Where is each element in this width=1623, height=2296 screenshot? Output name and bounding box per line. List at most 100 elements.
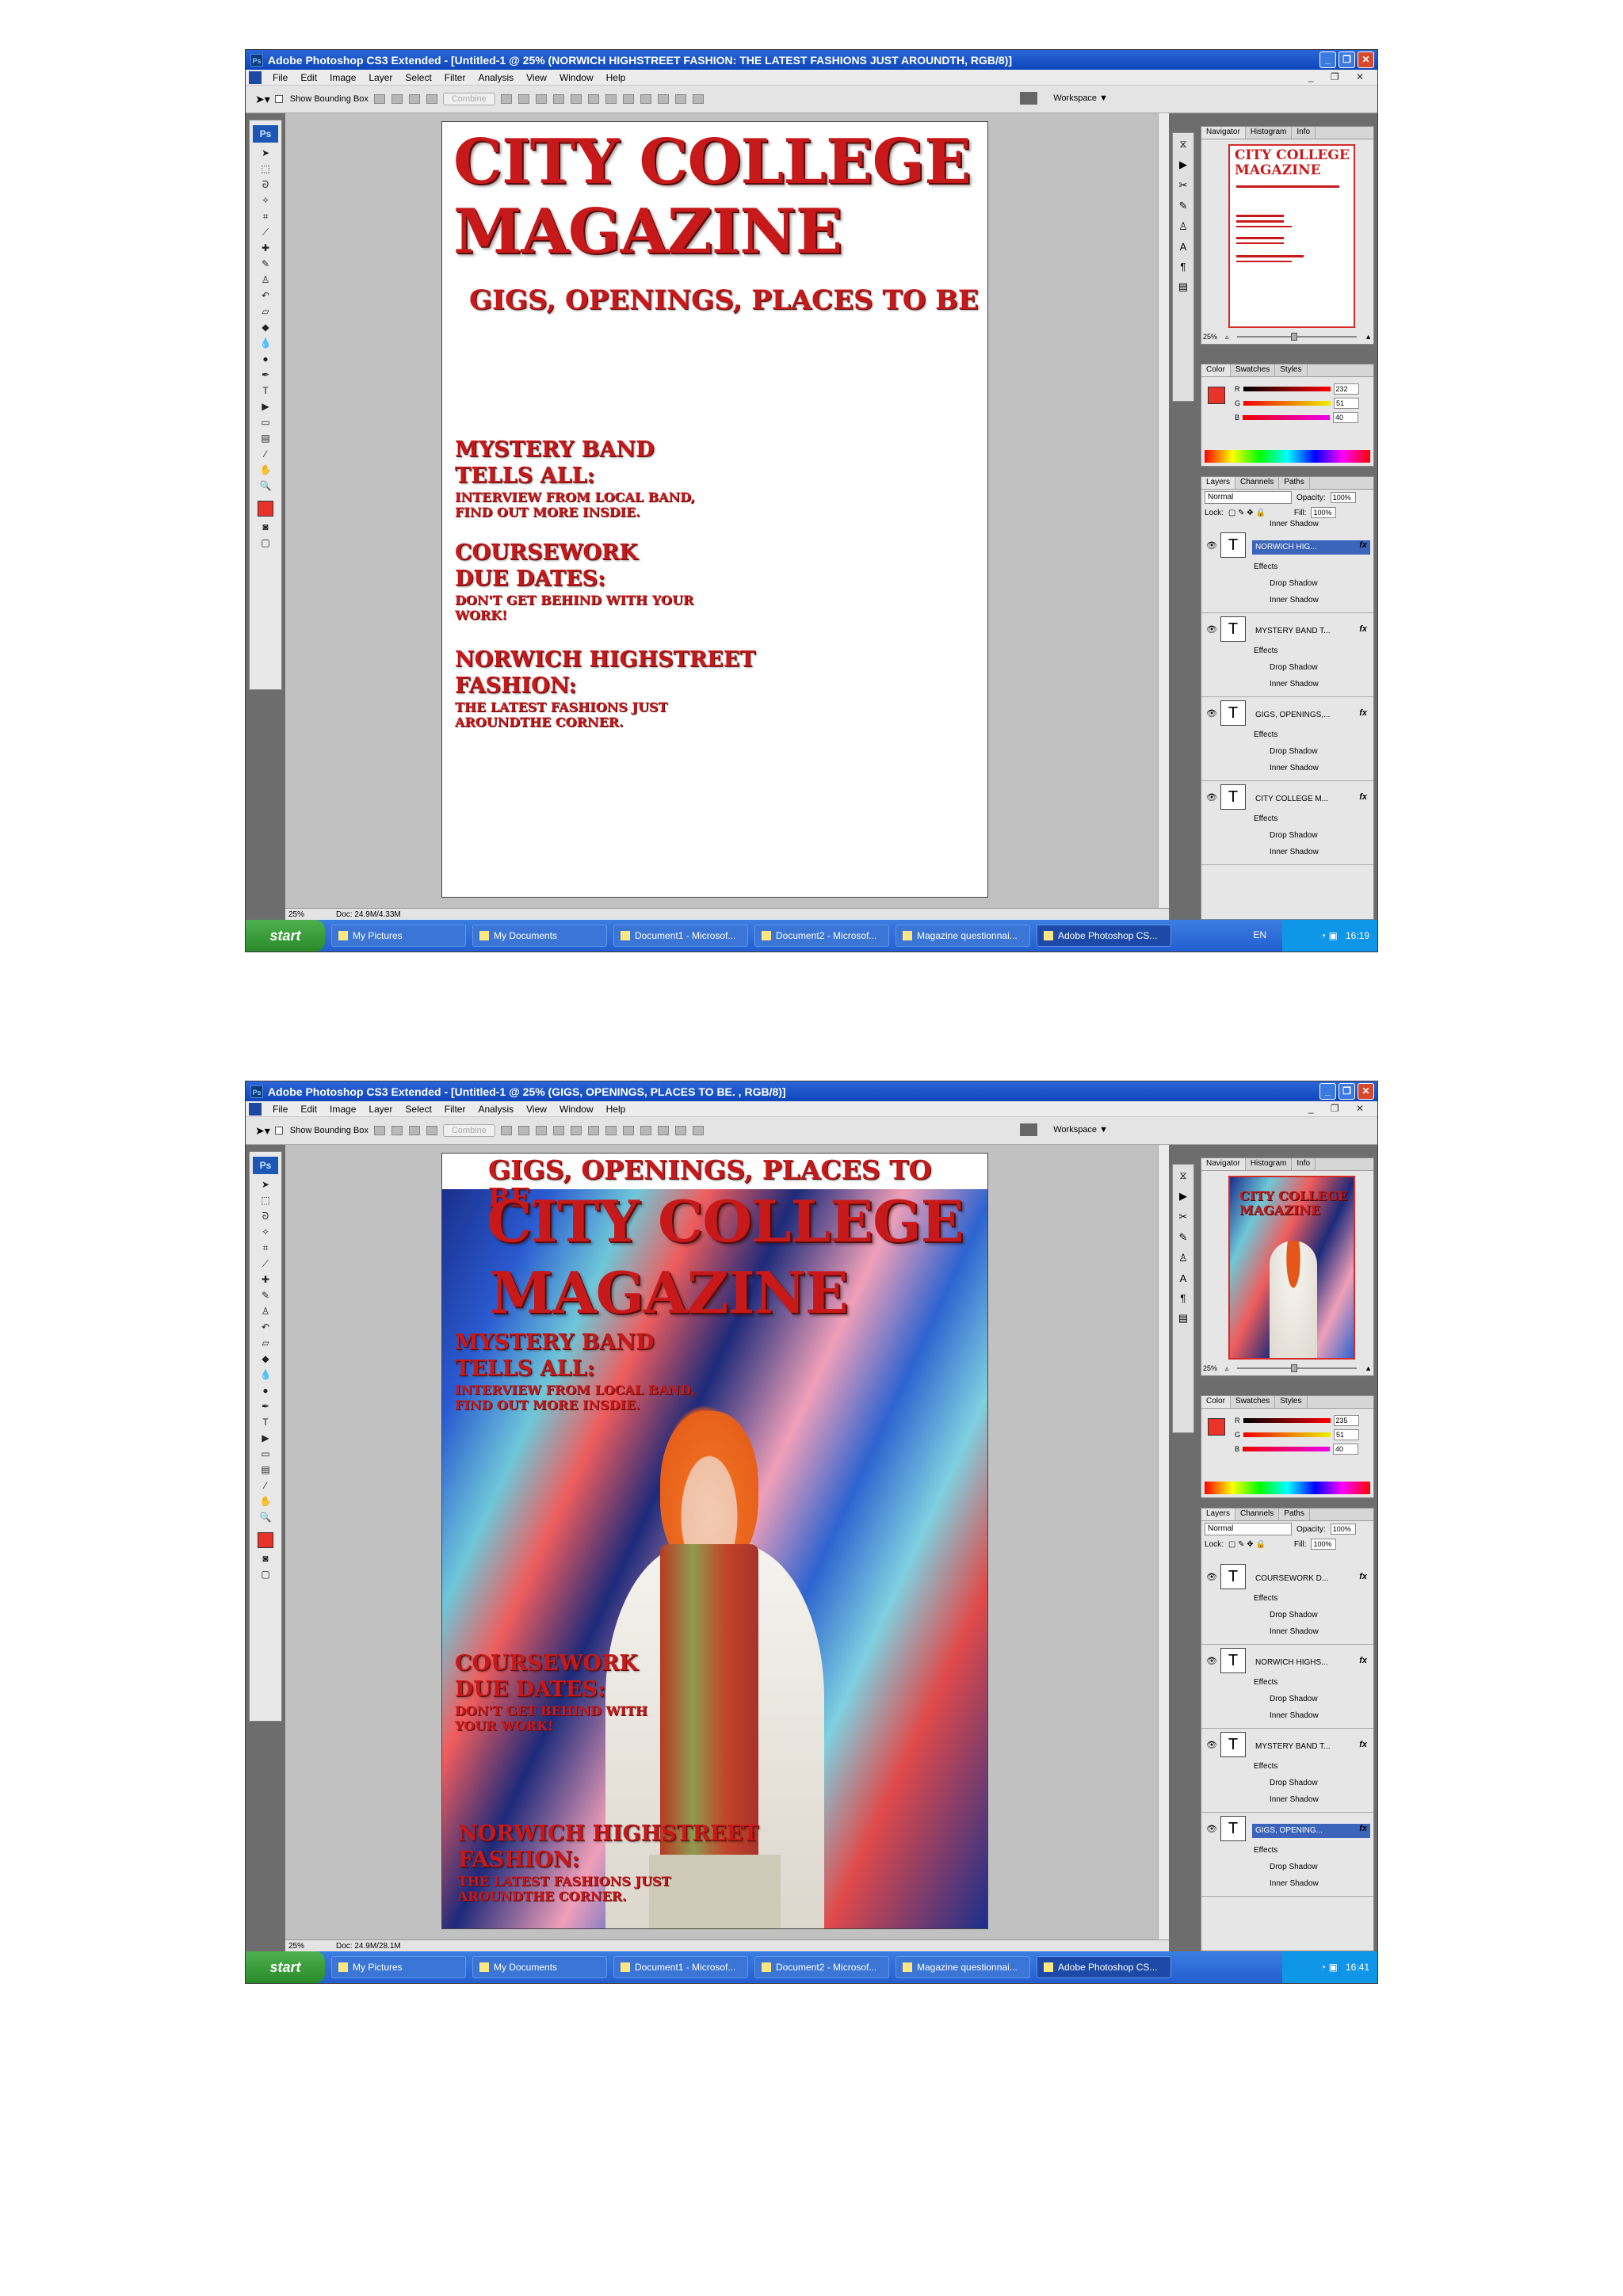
foreground-color-swatch[interactable]: [258, 501, 273, 517]
inner-shadow-effect[interactable]: Inner Shadow: [1270, 1795, 1319, 1804]
eyedropper-icon[interactable]: ⁄: [259, 1480, 272, 1491]
language-indicator[interactable]: EN: [1253, 929, 1266, 940]
tab-styles[interactable]: Styles: [1275, 1396, 1308, 1408]
tab-styles[interactable]: Styles: [1275, 364, 1308, 376]
drop-shadow-effect[interactable]: Drop Shadow: [1270, 1611, 1318, 1619]
history-brush-icon[interactable]: ↶: [259, 1322, 272, 1333]
paint-bucket-icon[interactable]: ◆: [259, 322, 272, 333]
navigator-zoom[interactable]: 25%: [1203, 333, 1217, 341]
lasso-tool-icon[interactable]: ᘐ: [259, 1211, 272, 1222]
magic-wand-icon[interactable]: ✧: [259, 1226, 272, 1238]
tab-layers[interactable]: Layers: [1201, 477, 1236, 489]
zoom-level[interactable]: 25%: [288, 910, 304, 919]
menu-file[interactable]: File: [266, 72, 294, 83]
layer-name[interactable]: GIGS, OPENINGS,...: [1252, 708, 1370, 723]
notes-tool-icon[interactable]: ▤: [259, 1464, 272, 1475]
brush-tool-icon[interactable]: ✎: [259, 258, 272, 269]
layer-row[interactable]: 👁 T MYSTERY BAND T... fx Effects Drop Shad…: [1201, 1729, 1373, 1813]
transform-icon[interactable]: [408, 94, 420, 104]
menu-filter[interactable]: Filter: [438, 1104, 472, 1115]
navigator-zoom-slider[interactable]: [1236, 1364, 1358, 1372]
fx-icon[interactable]: fx: [1359, 708, 1367, 718]
menu-window[interactable]: Window: [553, 72, 600, 83]
brushes-icon[interactable]: ✎: [1179, 1231, 1188, 1244]
inner-shadow-effect[interactable]: Inner Shadow: [1270, 764, 1319, 772]
align-icon[interactable]: [500, 1126, 512, 1135]
eraser-tool-icon[interactable]: ▱: [259, 1337, 272, 1348]
move-tool-icon[interactable]: ➤▾: [255, 1124, 270, 1138]
layer-comps-icon[interactable]: ▤: [1178, 280, 1188, 293]
start-button[interactable]: start: [246, 920, 325, 952]
align-icon[interactable]: [517, 1126, 529, 1135]
color-fg-swatch[interactable]: [1208, 1418, 1225, 1436]
clone-stamp-icon[interactable]: ♙: [259, 274, 272, 285]
fill-value[interactable]: 100%: [1311, 507, 1337, 518]
inner-shadow-effect[interactable]: Inner Shadow: [1270, 1711, 1319, 1720]
bridge-icon[interactable]: [1020, 1123, 1038, 1136]
transform-icon[interactable]: [426, 1126, 437, 1135]
show-bounding-box-checkbox[interactable]: [274, 95, 283, 103]
tab-navigator[interactable]: Navigator: [1201, 127, 1246, 139]
transform-icon[interactable]: [426, 94, 437, 104]
taskbar-item[interactable]: Magazine questionnai...: [896, 925, 1030, 947]
clone-source-icon[interactable]: ♙: [1178, 1252, 1188, 1264]
foreground-color-swatch[interactable]: [258, 1532, 273, 1548]
fx-icon[interactable]: fx: [1359, 624, 1367, 634]
paragraph-icon[interactable]: ¶: [1181, 261, 1186, 273]
lasso-tool-icon[interactable]: ᘐ: [259, 179, 272, 190]
navigator-preview[interactable]: CITY COLLEGE MAGAZINE: [1228, 1176, 1355, 1360]
layer-row[interactable]: 👁 T GIGS, OPENING... fx Effects Drop Shado…: [1201, 1813, 1373, 1897]
dodge-tool-icon[interactable]: ●: [259, 1385, 272, 1396]
zoom-tool-icon[interactable]: 🔍: [259, 480, 272, 491]
marquee-tool-icon[interactable]: ⬚: [259, 1195, 272, 1206]
actions-icon[interactable]: ▶: [1179, 1190, 1187, 1203]
taskbar-item[interactable]: Document1 - Microsof...: [613, 1956, 748, 1978]
color-fg-swatch[interactable]: [1208, 387, 1225, 404]
layer-row[interactable]: 👁 T COURSEWORK D... fx Effects Drop Shadow…: [1201, 1561, 1373, 1645]
brushes-icon[interactable]: ✎: [1179, 200, 1188, 212]
path-selection-icon[interactable]: ▶: [259, 1432, 272, 1444]
zoom-out-icon[interactable]: ▵: [1225, 1364, 1229, 1373]
tab-channels[interactable]: Channels: [1235, 1508, 1280, 1520]
menu-view[interactable]: View: [520, 1104, 553, 1115]
tab-info[interactable]: Info: [1292, 1158, 1316, 1170]
menu-edit[interactable]: Edit: [294, 72, 323, 83]
zoom-in-icon[interactable]: ▲: [1365, 333, 1372, 341]
distribute-icon[interactable]: [674, 94, 686, 104]
tool-presets-icon[interactable]: ✂: [1179, 179, 1188, 192]
zoom-tool-icon[interactable]: 🔍: [259, 1512, 272, 1523]
shape-tool-icon[interactable]: ▭: [259, 1448, 272, 1459]
history-icon[interactable]: ⧖: [1179, 138, 1186, 151]
taskbar-item[interactable]: My Pictures: [331, 925, 466, 947]
tab-channels[interactable]: Channels: [1235, 477, 1280, 489]
lock-icons[interactable]: ▢ ✎ ✥ 🔒: [1228, 509, 1266, 517]
move-tool-icon[interactable]: ➤: [259, 1179, 272, 1190]
g-value[interactable]: 51: [1334, 398, 1360, 409]
inner-shadow-effect[interactable]: Inner Shadow: [1270, 1627, 1319, 1636]
taskbar-item[interactable]: Document1 - Microsof...: [613, 925, 748, 947]
dodge-tool-icon[interactable]: ●: [259, 353, 272, 364]
clone-stamp-icon[interactable]: ♙: [259, 1306, 272, 1317]
tab-paths[interactable]: Paths: [1279, 477, 1310, 489]
distribute-icon[interactable]: [622, 1126, 634, 1135]
layer-row[interactable]: 👁 T NORWICH HIGHS... fx Effects Drop Shado…: [1201, 1645, 1373, 1729]
show-bounding-box-checkbox[interactable]: [274, 1127, 283, 1135]
r-value[interactable]: 232: [1333, 383, 1359, 395]
eyedropper-icon[interactable]: ⁄: [259, 448, 272, 460]
distribute-icon[interactable]: [657, 1126, 669, 1135]
layer-name[interactable]: NORWICH HIGHS...: [1252, 1656, 1370, 1670]
tool-presets-icon[interactable]: ✂: [1179, 1211, 1188, 1223]
menu-analysis[interactable]: Analysis: [472, 1104, 520, 1115]
eye-icon[interactable]: 👁: [1206, 1572, 1217, 1582]
distribute-icon[interactable]: [640, 1126, 651, 1135]
distribute-icon[interactable]: [657, 94, 669, 104]
transform-icon[interactable]: [373, 1126, 385, 1135]
marquee-tool-icon[interactable]: ⬚: [259, 163, 272, 174]
layer-comps-icon[interactable]: ▤: [1178, 1312, 1188, 1325]
layer-row[interactable]: 👁 T NORWICH HIG... fx Effects Drop Shadow …: [1201, 529, 1373, 613]
distribute-icon[interactable]: [692, 1126, 704, 1135]
layer-name[interactable]: MYSTERY BAND T...: [1252, 624, 1370, 639]
fx-icon[interactable]: fx: [1359, 1740, 1367, 1749]
fx-icon[interactable]: fx: [1359, 1572, 1367, 1581]
shape-tool-icon[interactable]: ▭: [259, 417, 272, 428]
